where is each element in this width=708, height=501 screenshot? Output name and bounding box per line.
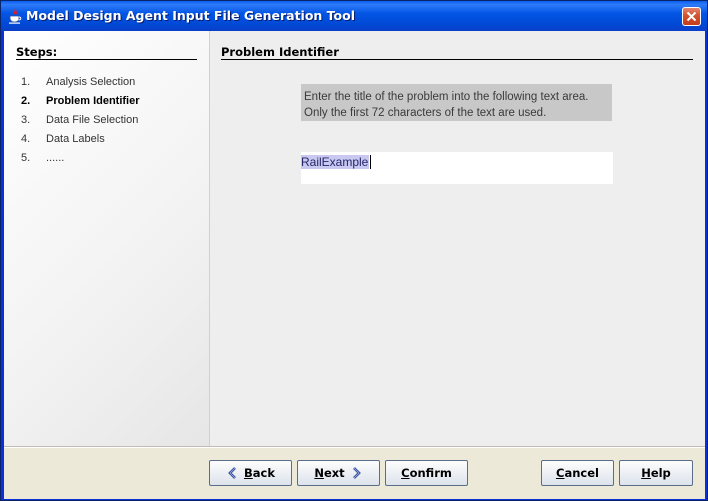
chevron-right-icon bbox=[352, 467, 361, 479]
next-label: Next bbox=[314, 466, 345, 480]
chevron-left-icon bbox=[228, 467, 236, 479]
step-label: Problem Identifier bbox=[46, 95, 140, 107]
step-number: 4. bbox=[21, 133, 31, 145]
step-analysis-selection: 1. Analysis Selection bbox=[21, 76, 135, 88]
back-button[interactable]: Back bbox=[209, 460, 292, 486]
cancel-button[interactable]: Cancel bbox=[541, 460, 614, 486]
step-data-labels: 4. Data Labels bbox=[21, 133, 105, 145]
confirm-button[interactable]: Confirm bbox=[385, 460, 468, 486]
step-label: Data Labels bbox=[46, 133, 105, 145]
cancel-label: Cancel bbox=[556, 466, 599, 480]
step-label: Analysis Selection bbox=[46, 76, 136, 88]
java-cup-icon bbox=[9, 8, 22, 24]
instruction-line: Only the first 72 characters of the text… bbox=[304, 107, 547, 119]
steps-title: Steps: bbox=[16, 45, 58, 59]
step-number: 1. bbox=[21, 76, 31, 88]
step-number: 2. bbox=[21, 95, 31, 107]
confirm-label: Confirm bbox=[401, 466, 452, 480]
divider bbox=[16, 59, 197, 60]
textarea-value: RailExample bbox=[301, 155, 370, 169]
button-bar: Back Next Confirm Cancel Help bbox=[4, 446, 705, 499]
help-button[interactable]: Help bbox=[619, 460, 693, 486]
help-label: Help bbox=[641, 466, 671, 480]
step-label: ...... bbox=[46, 152, 65, 164]
next-button[interactable]: Next bbox=[297, 460, 380, 486]
step-more: 5....... bbox=[21, 152, 64, 164]
window-title: Model Design Agent Input File Generation… bbox=[26, 8, 355, 23]
step-number: 3. bbox=[21, 114, 31, 126]
text-caret bbox=[370, 155, 371, 169]
instruction-text: Enter the title of the problem into the … bbox=[301, 84, 612, 121]
step-number: 5. bbox=[21, 152, 31, 164]
step-problem-identifier: 2. Problem Identifier bbox=[21, 95, 140, 107]
close-button[interactable] bbox=[682, 7, 701, 26]
steps-panel: Steps: 1. Analysis Selection 2. Problem Id… bbox=[4, 31, 210, 446]
content-panel: Problem Identifier Enter the title of th… bbox=[210, 31, 705, 446]
step-label: Data File Selection bbox=[46, 114, 139, 126]
instruction-line: Enter the title of the problem into the … bbox=[304, 91, 589, 103]
title-bar[interactable]: Model Design Agent Input File Generation… bbox=[1, 1, 707, 31]
app-window: Model Design Agent Input File Generation… bbox=[0, 0, 708, 501]
panel-title: Problem Identifier bbox=[221, 45, 339, 59]
back-label: Back bbox=[244, 466, 275, 480]
divider bbox=[221, 59, 693, 60]
step-data-file-selection: 3. Data File Selection bbox=[21, 114, 138, 126]
problem-title-textarea[interactable]: RailExample bbox=[301, 152, 613, 184]
close-icon bbox=[686, 11, 697, 22]
client-area: Steps: 1. Analysis Selection 2. Problem Id… bbox=[4, 31, 705, 499]
